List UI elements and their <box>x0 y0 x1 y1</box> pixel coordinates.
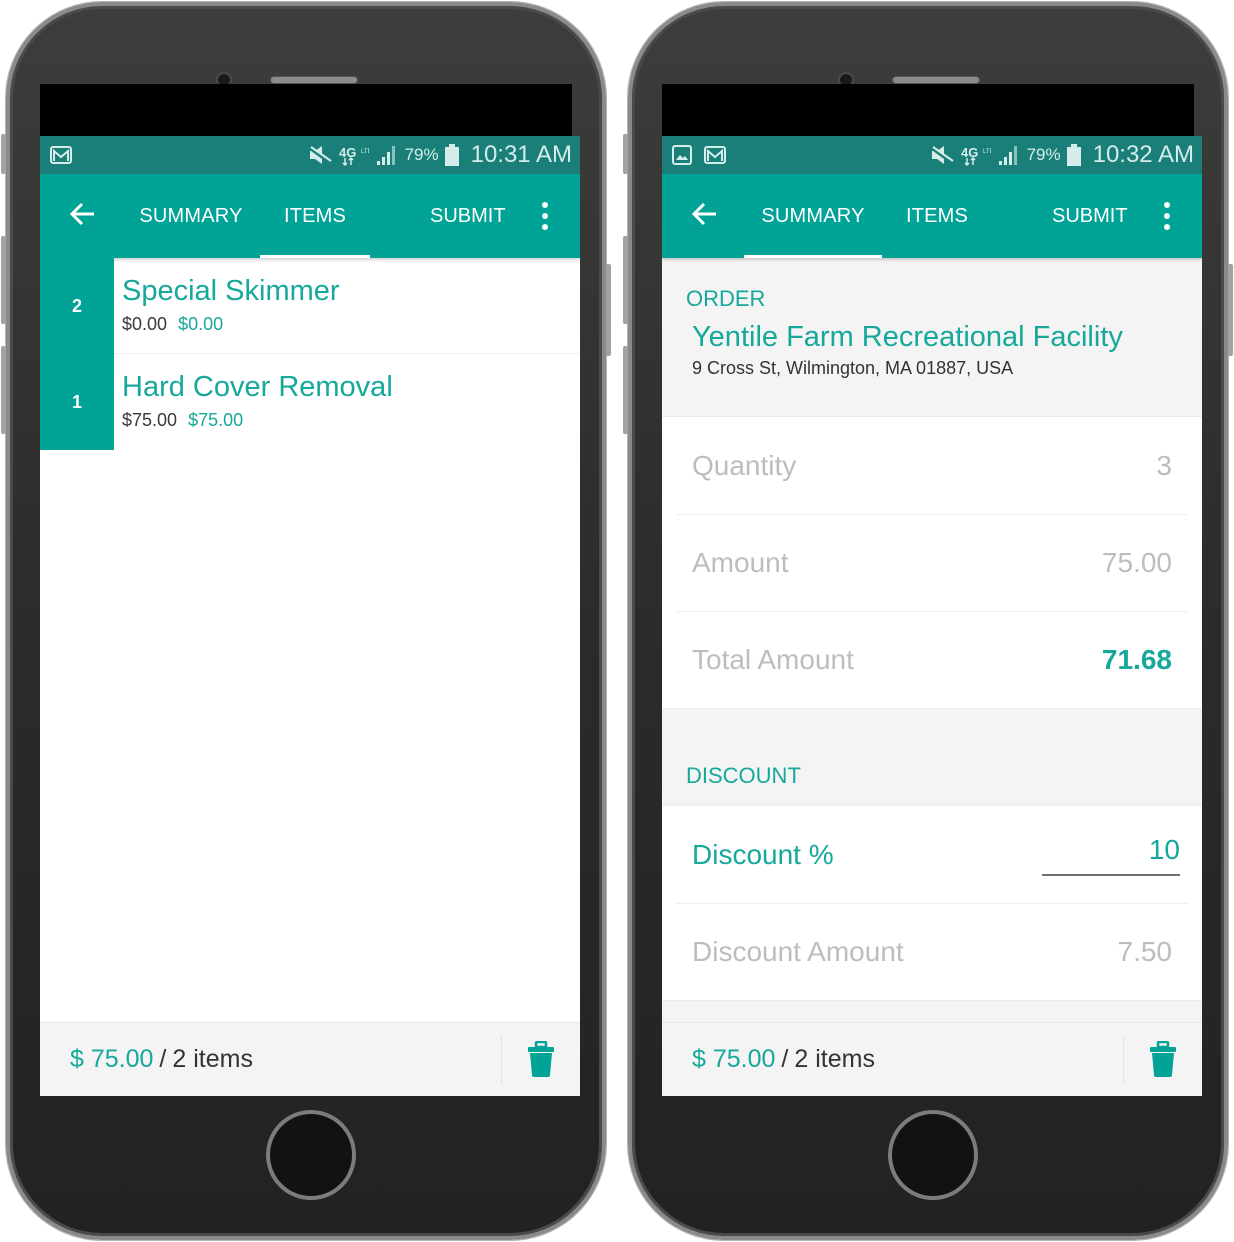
tab-summary[interactable]: SUMMARY <box>122 174 260 258</box>
footer-divider <box>501 1035 502 1084</box>
cart-separator: / <box>781 1045 789 1073</box>
more-vert-icon[interactable] <box>1158 202 1176 230</box>
item-quantity-badge: 1 <box>40 354 114 450</box>
discount-section-label: DISCOUNT <box>686 763 801 788</box>
screen-top-bezel <box>662 84 1194 138</box>
list-item[interactable]: 1 Hard Cover Removal $75.00 $75.00 <box>40 354 580 450</box>
total-amount-label: Total Amount <box>692 644 854 675</box>
customer-name[interactable]: Yentile Farm Recreational Facility <box>662 320 1202 354</box>
mute-icon <box>929 145 955 165</box>
order-section-label: ORDER <box>686 286 766 311</box>
quantity-row: Quantity 3 <box>676 417 1188 514</box>
app-toolbar: SUMMARY ITEMS SUBMIT <box>40 174 580 258</box>
quantity-label: Quantity <box>692 449 797 481</box>
item-total-price: $75.00 <box>188 410 244 430</box>
volume-up-button <box>1 236 6 324</box>
signal-icon <box>997 144 1021 166</box>
tab-summary[interactable]: SUMMARY <box>744 174 882 258</box>
svg-text:LTE: LTE <box>983 149 991 155</box>
items-list: 2 Special Skimmer $0.00 $0.00 1 Hard Cov… <box>40 258 580 450</box>
cart-footer: $ 75.00 / 2 items <box>40 1022 580 1096</box>
discount-percent-input[interactable] <box>1042 833 1180 876</box>
discount-percent-row: Discount % <box>676 806 1188 903</box>
discount-amount-label: Discount Amount <box>692 936 904 967</box>
mute-icon <box>307 145 333 165</box>
cart-total: $ 75.00 <box>70 1045 154 1073</box>
submit-button[interactable]: SUBMIT <box>430 174 506 258</box>
4g-lte-icon: 4G LTE <box>961 144 991 166</box>
battery-percent: 79% <box>404 145 439 164</box>
trash-icon[interactable] <box>528 1040 554 1077</box>
power-button <box>1228 264 1233 356</box>
tab-items[interactable]: ITEMS <box>260 174 370 258</box>
arrow-left-icon[interactable] <box>68 200 96 228</box>
item-quantity-badge: 2 <box>40 258 114 354</box>
discount-percent-label: Discount % <box>692 838 834 870</box>
discount-header: DISCOUNT <box>662 709 1202 805</box>
gmail-icon <box>50 146 72 164</box>
discount-amount-value: 7.50 <box>1117 936 1173 967</box>
signal-icon <box>375 144 399 166</box>
clock: 10:32 AM <box>1092 141 1194 168</box>
footer-divider <box>1123 1035 1124 1084</box>
amount-label: Amount <box>692 547 789 578</box>
battery-icon <box>444 144 459 166</box>
item-total-price: $0.00 <box>178 314 224 334</box>
list-item[interactable]: 2 Special Skimmer $0.00 $0.00 <box>40 258 580 354</box>
screen-top-bezel <box>40 84 572 138</box>
summary-content: ORDER Yentile Farm Recreational Facility… <box>662 258 1202 1022</box>
home-button[interactable] <box>266 1110 356 1200</box>
tab-items[interactable]: ITEMS <box>882 174 992 258</box>
mute-switch <box>1 134 6 174</box>
arrow-left-icon[interactable] <box>690 200 718 228</box>
clock: 10:31 AM <box>470 141 572 168</box>
discount-fields-card: Discount % Discount Amount 7.50 <box>662 805 1202 1001</box>
submit-button[interactable]: SUBMIT <box>1052 174 1128 258</box>
earpiece-speaker <box>270 76 358 84</box>
status-bar: 4G LTE 79% 10:32 AM <box>662 136 1202 174</box>
item-name: Special Skimmer <box>122 275 340 307</box>
amount-row: Amount 75.00 <box>676 514 1188 611</box>
total-amount-value: 71.68 <box>1101 644 1172 675</box>
gmail-icon <box>704 146 726 164</box>
battery-percent: 79% <box>1026 145 1061 164</box>
mute-switch <box>623 134 628 174</box>
phone-frame-right: 4G LTE 79% 10:32 AM SUMMARY ITEMS SUBMIT <box>623 2 1233 1240</box>
cart-item-count: 2 items <box>172 1045 253 1073</box>
cart-separator: / <box>159 1045 167 1073</box>
cart-total: $ 75.00 <box>692 1045 776 1073</box>
svg-text:4G: 4G <box>339 145 356 160</box>
discount-amount-row: Discount Amount 7.50 <box>676 903 1188 1000</box>
item-unit-price: $75.00 <box>122 410 178 430</box>
volume-down-button <box>623 346 628 434</box>
amount-value: 75.00 <box>1101 547 1172 578</box>
trash-icon[interactable] <box>1150 1040 1176 1077</box>
image-icon <box>672 145 692 165</box>
phone-frame-left: 4G LTE 79% 10:31 AM SUMMARY ITEMS SUBMIT <box>1 2 611 1240</box>
quantity-value: 3 <box>1156 449 1172 481</box>
more-vert-icon[interactable] <box>536 202 554 230</box>
cart-item-count: 2 items <box>794 1045 875 1073</box>
svg-text:LTE: LTE <box>361 149 369 155</box>
volume-down-button <box>1 346 6 434</box>
app-screen-summary: 4G LTE 79% 10:32 AM SUMMARY ITEMS SUBMIT <box>662 136 1202 1096</box>
app-toolbar: SUMMARY ITEMS SUBMIT <box>662 174 1202 258</box>
customer-address: 9 Cross St, Wilmington, MA 01887, USA <box>692 358 1014 378</box>
total-amount-row: Total Amount 71.68 <box>676 611 1188 708</box>
order-fields-card: Quantity 3 Amount 75.00 Total Amount 71.… <box>662 416 1202 709</box>
item-unit-price: $0.00 <box>122 314 168 334</box>
app-screen-items: 4G LTE 79% 10:31 AM SUMMARY ITEMS SUBMIT <box>40 136 580 1096</box>
earpiece-speaker <box>892 76 980 84</box>
svg-text:4G: 4G <box>961 145 978 160</box>
volume-up-button <box>623 236 628 324</box>
cart-footer: $ 75.00 / 2 items <box>662 1022 1202 1096</box>
battery-icon <box>1066 144 1081 166</box>
status-bar: 4G LTE 79% 10:31 AM <box>40 136 580 174</box>
power-button <box>606 264 611 356</box>
4g-lte-icon: 4G LTE <box>339 144 369 166</box>
item-name: Hard Cover Removal <box>122 371 393 403</box>
home-button[interactable] <box>888 1110 978 1200</box>
order-header: ORDER Yentile Farm Recreational Facility… <box>662 258 1202 416</box>
